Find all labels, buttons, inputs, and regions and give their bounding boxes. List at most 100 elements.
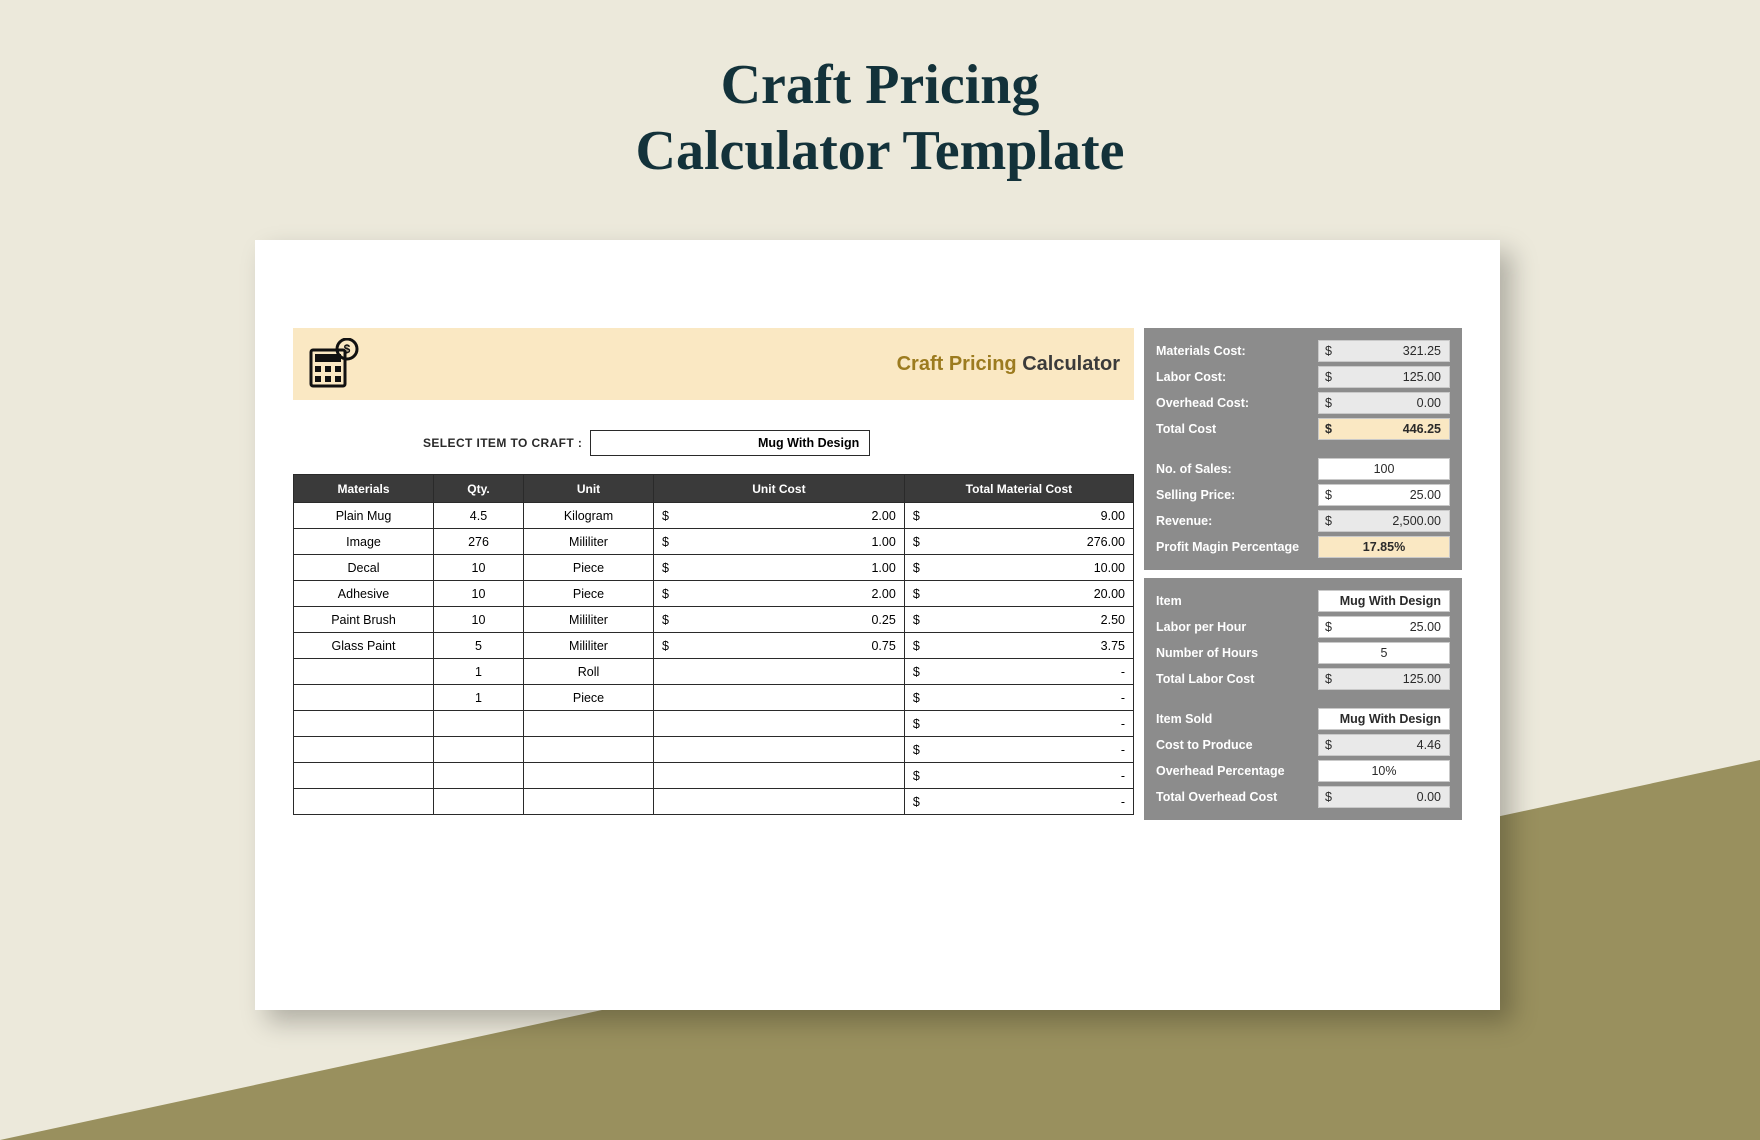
- cell-unit-cost-currency: $: [654, 633, 669, 659]
- cell-unit-cost[interactable]: 0.75: [669, 633, 904, 659]
- col-materials: Materials: [294, 475, 434, 503]
- cell-unit-cost[interactable]: [669, 737, 904, 763]
- cell-unit[interactable]: Mililiter: [524, 529, 654, 555]
- labor-cost-value[interactable]: $125.00: [1318, 366, 1450, 388]
- cell-unit-cost[interactable]: 1.00: [669, 529, 904, 555]
- cell-unit-cost[interactable]: [669, 659, 904, 685]
- cell-material[interactable]: [294, 659, 434, 685]
- cell-unit-cost[interactable]: 2.00: [669, 581, 904, 607]
- cell-material[interactable]: [294, 711, 434, 737]
- select-label: SELECT ITEM TO CRAFT :: [423, 436, 582, 450]
- right-column: Materials Cost: $321.25 Labor Cost: $125…: [1144, 328, 1462, 820]
- cell-material[interactable]: Glass Paint: [294, 633, 434, 659]
- cell-qty[interactable]: 10: [434, 581, 524, 607]
- cost-produce-row: Cost to Produce $4.46: [1156, 732, 1450, 758]
- cell-material[interactable]: Adhesive: [294, 581, 434, 607]
- no-sales-label: No. of Sales:: [1156, 462, 1310, 476]
- cell-unit[interactable]: Kilogram: [524, 503, 654, 529]
- profit-margin-value: 17.85%: [1318, 536, 1450, 558]
- cell-qty[interactable]: 276: [434, 529, 524, 555]
- cell-qty[interactable]: [434, 737, 524, 763]
- cell-total: 9.00: [920, 503, 1134, 529]
- cell-material[interactable]: Decal: [294, 555, 434, 581]
- revenue-value: $2,500.00: [1318, 510, 1450, 532]
- no-sales-value[interactable]: 100: [1318, 458, 1450, 480]
- cell-material[interactable]: [294, 763, 434, 789]
- materials-header-row: Materials Qty. Unit Unit Cost Total Mate…: [294, 475, 1134, 503]
- table-row: 1Roll$-: [294, 659, 1134, 685]
- cell-unit-cost-currency: [654, 711, 669, 737]
- cell-unit-cost-currency: $: [654, 529, 669, 555]
- cell-unit-cost-currency: [654, 789, 669, 815]
- overhead-pct-value[interactable]: 10%: [1318, 760, 1450, 782]
- labor-item-value[interactable]: Mug With Design: [1318, 590, 1450, 612]
- cell-qty[interactable]: 5: [434, 633, 524, 659]
- cell-material[interactable]: [294, 789, 434, 815]
- cell-total: -: [920, 711, 1134, 737]
- labor-per-hour-row: Labor per Hour $25.00: [1156, 614, 1450, 640]
- cell-total-currency: $: [904, 711, 919, 737]
- cell-qty[interactable]: 1: [434, 659, 524, 685]
- cell-unit[interactable]: Mililiter: [524, 633, 654, 659]
- no-sales-row: No. of Sales: 100: [1156, 456, 1450, 482]
- cell-material[interactable]: [294, 685, 434, 711]
- sheet-header: $ Craft Pricing Calculator: [293, 328, 1134, 400]
- cell-qty[interactable]: [434, 711, 524, 737]
- cell-total-currency: $: [904, 633, 919, 659]
- overhead-pct-label: Overhead Percentage: [1156, 764, 1310, 778]
- cell-total-currency: $: [904, 763, 919, 789]
- title-line-2: Calculator Template: [636, 120, 1125, 182]
- total-labor-row: Total Labor Cost $125.00: [1156, 666, 1450, 692]
- table-row: Adhesive10Piece$2.00$20.00: [294, 581, 1134, 607]
- selling-price-value[interactable]: $25.00: [1318, 484, 1450, 506]
- cell-unit-cost[interactable]: [669, 763, 904, 789]
- calculator-icon: $: [307, 338, 359, 390]
- cell-unit[interactable]: [524, 737, 654, 763]
- cell-unit-cost[interactable]: [669, 711, 904, 737]
- table-row: Plain Mug4.5Kilogram$2.00$9.00: [294, 503, 1134, 529]
- materials-cost-label: Materials Cost:: [1156, 344, 1310, 358]
- cell-unit-cost[interactable]: [669, 789, 904, 815]
- materials-table: Materials Qty. Unit Unit Cost Total Mate…: [293, 474, 1134, 815]
- cell-unit[interactable]: Piece: [524, 555, 654, 581]
- materials-cost-value[interactable]: $321.25: [1318, 340, 1450, 362]
- number-hours-value[interactable]: 5: [1318, 642, 1450, 664]
- overhead-cost-value[interactable]: $0.00: [1318, 392, 1450, 414]
- cell-unit[interactable]: Roll: [524, 659, 654, 685]
- cell-total-currency: $: [904, 659, 919, 685]
- cell-unit-cost[interactable]: 2.00: [669, 503, 904, 529]
- cell-qty[interactable]: [434, 789, 524, 815]
- cell-qty[interactable]: 10: [434, 607, 524, 633]
- cell-unit[interactable]: [524, 789, 654, 815]
- cell-unit[interactable]: Piece: [524, 581, 654, 607]
- table-row: $-: [294, 789, 1134, 815]
- cell-unit-cost[interactable]: [669, 685, 904, 711]
- cell-unit[interactable]: Mililiter: [524, 607, 654, 633]
- cell-unit-cost-currency: [654, 659, 669, 685]
- cell-unit-cost[interactable]: 0.25: [669, 607, 904, 633]
- labor-per-hour-value[interactable]: $25.00: [1318, 616, 1450, 638]
- labor-cost-label: Labor Cost:: [1156, 370, 1310, 384]
- total-cost-row: Total Cost $446.25: [1156, 416, 1450, 442]
- cell-material[interactable]: [294, 737, 434, 763]
- cell-total: 10.00: [920, 555, 1134, 581]
- item-select-row: SELECT ITEM TO CRAFT : Mug With Design: [293, 430, 1134, 456]
- cell-unit-cost[interactable]: 1.00: [669, 555, 904, 581]
- item-select-field[interactable]: Mug With Design: [590, 430, 870, 456]
- cell-unit[interactable]: Piece: [524, 685, 654, 711]
- cell-qty[interactable]: 10: [434, 555, 524, 581]
- cell-unit[interactable]: [524, 711, 654, 737]
- cell-material[interactable]: Paint Brush: [294, 607, 434, 633]
- cell-total-currency: $: [904, 607, 919, 633]
- cell-qty[interactable]: [434, 763, 524, 789]
- item-sold-value[interactable]: Mug With Design: [1318, 708, 1450, 730]
- spreadsheet: $ Craft Pricing Calculator SELECT ITEM T…: [293, 328, 1462, 820]
- cell-qty[interactable]: 1: [434, 685, 524, 711]
- cell-qty[interactable]: 4.5: [434, 503, 524, 529]
- cell-material[interactable]: Plain Mug: [294, 503, 434, 529]
- cell-unit[interactable]: [524, 763, 654, 789]
- cell-material[interactable]: Image: [294, 529, 434, 555]
- title-line-1: Craft Pricing: [721, 54, 1040, 116]
- table-row: Decal10Piece$1.00$10.00: [294, 555, 1134, 581]
- title-rest: Calculator: [1017, 353, 1120, 375]
